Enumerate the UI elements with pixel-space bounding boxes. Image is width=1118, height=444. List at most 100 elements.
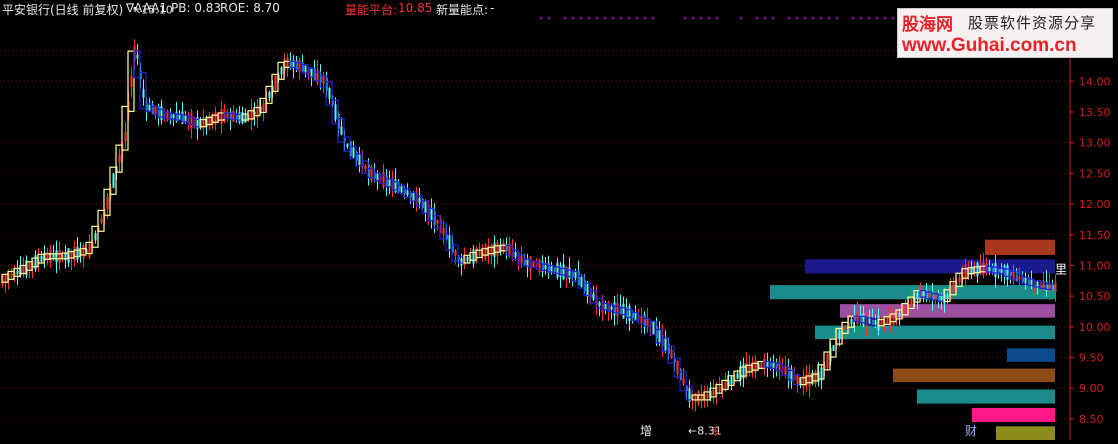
candle-body	[622, 303, 625, 319]
grid-layer	[0, 50, 1070, 420]
candle-body	[436, 220, 439, 224]
candle-body	[958, 277, 961, 283]
chart-area[interactable]: 8.50 9.00 9.50 10.00 10.50 11.00 11.50 12.00 12.…	[0, 0, 1118, 441]
candle-body	[712, 389, 715, 396]
candle-body	[1006, 265, 1009, 280]
candle-body	[454, 250, 457, 256]
candle-body	[520, 255, 523, 264]
axis-tick-label: 11.00	[1079, 259, 1111, 272]
side-label: 里	[1055, 263, 1067, 277]
candle-body	[124, 131, 127, 142]
candle-body	[472, 249, 475, 264]
signal-dot	[876, 17, 878, 19]
price-axis: 8.50 9.00 9.50 10.00 10.50 11.00 11.50 12.00 12.…	[1069, 20, 1111, 440]
bottom-marker: $	[712, 424, 720, 438]
signal-dot	[884, 17, 886, 19]
candle-body	[928, 292, 931, 298]
candle-body	[40, 255, 43, 262]
candle-body	[100, 218, 103, 223]
candle-body	[814, 370, 817, 385]
candle-body	[640, 315, 643, 324]
candle-body	[616, 302, 619, 317]
candle-body	[220, 109, 223, 124]
candle-body	[304, 65, 307, 73]
price-chart[interactable]: 8.50 9.00 9.50 10.00 10.50 11.00 11.50 12.00 12.…	[0, 0, 1118, 441]
candle-body	[940, 294, 943, 302]
candle-body	[994, 262, 997, 278]
candle-body	[430, 208, 433, 221]
candle-body	[850, 318, 853, 325]
candle-body	[988, 267, 991, 272]
candle-body	[946, 293, 949, 299]
candle-body	[148, 105, 151, 111]
signal-dot	[644, 17, 646, 19]
candle-body	[664, 338, 667, 351]
candle-body	[886, 316, 889, 325]
candle-body	[1000, 269, 1003, 273]
platform-value: 10.85	[398, 1, 433, 15]
candle-body	[244, 113, 247, 123]
candle-body	[346, 143, 349, 147]
watermark-url: www.Guhai.com.cn	[902, 35, 1077, 56]
candle-body	[178, 114, 181, 121]
volume-platform-bar	[972, 407, 1055, 423]
signal-dot	[788, 17, 790, 19]
candle-body	[322, 75, 325, 85]
signal-dot	[820, 17, 822, 19]
candle-body	[4, 273, 7, 283]
stock-title: 平安银行(日线 前复权)	[2, 3, 124, 17]
candle-body	[310, 67, 313, 78]
candle-body	[118, 154, 121, 163]
candle-body	[784, 365, 787, 376]
signal-dot	[596, 17, 598, 19]
candle-body	[136, 54, 139, 59]
candle-body	[898, 313, 901, 317]
candle-body	[1036, 281, 1039, 286]
signal-dot	[860, 17, 862, 19]
candle-body	[112, 173, 115, 188]
candle-body	[952, 282, 955, 294]
new-point-value: -	[490, 1, 495, 15]
candle-body	[28, 262, 31, 270]
candle-body	[58, 249, 61, 264]
signal-dot	[764, 17, 766, 19]
candle-body	[460, 258, 463, 266]
candle-body	[706, 394, 709, 399]
axis-tick-label: 13.50	[1079, 106, 1111, 119]
signal-dot	[588, 17, 590, 19]
roe-value: ROE: 8.70	[220, 1, 280, 15]
candle-body	[340, 126, 343, 135]
candle-body	[658, 329, 661, 344]
candle-body	[274, 75, 277, 91]
candle-body	[424, 201, 427, 213]
candle-body	[94, 233, 97, 241]
candle-body	[862, 313, 865, 326]
candle-body	[82, 244, 85, 259]
axis-tick-label: 9.50	[1079, 352, 1104, 365]
candle-body	[904, 305, 907, 313]
signal-dot	[604, 17, 606, 19]
axis-tick-label: 13.00	[1079, 137, 1111, 150]
candle-body	[88, 243, 91, 257]
volume-platform-bar	[985, 239, 1055, 256]
axis-tick-label: 14.00	[1079, 75, 1111, 88]
candle-body	[214, 112, 217, 125]
volume-platform-bar	[1007, 348, 1055, 362]
signal-dot	[636, 17, 638, 19]
platform-label: 量能平台:	[345, 3, 398, 17]
candle-body	[610, 306, 613, 310]
candle-body	[376, 173, 379, 180]
candle-body	[364, 165, 367, 169]
signal-dot	[836, 17, 838, 19]
candle-body	[1054, 281, 1057, 293]
candle-body	[838, 331, 841, 340]
magenta-dot-layer	[540, 17, 894, 19]
signal-dot	[572, 17, 574, 19]
signal-dot	[684, 17, 686, 19]
candle-body	[574, 270, 577, 279]
candle-body	[130, 75, 133, 88]
candle-body	[976, 262, 979, 277]
signal-dot	[740, 17, 742, 19]
new-point-label: 新量能点:	[436, 3, 489, 17]
signal-dot	[852, 17, 854, 19]
